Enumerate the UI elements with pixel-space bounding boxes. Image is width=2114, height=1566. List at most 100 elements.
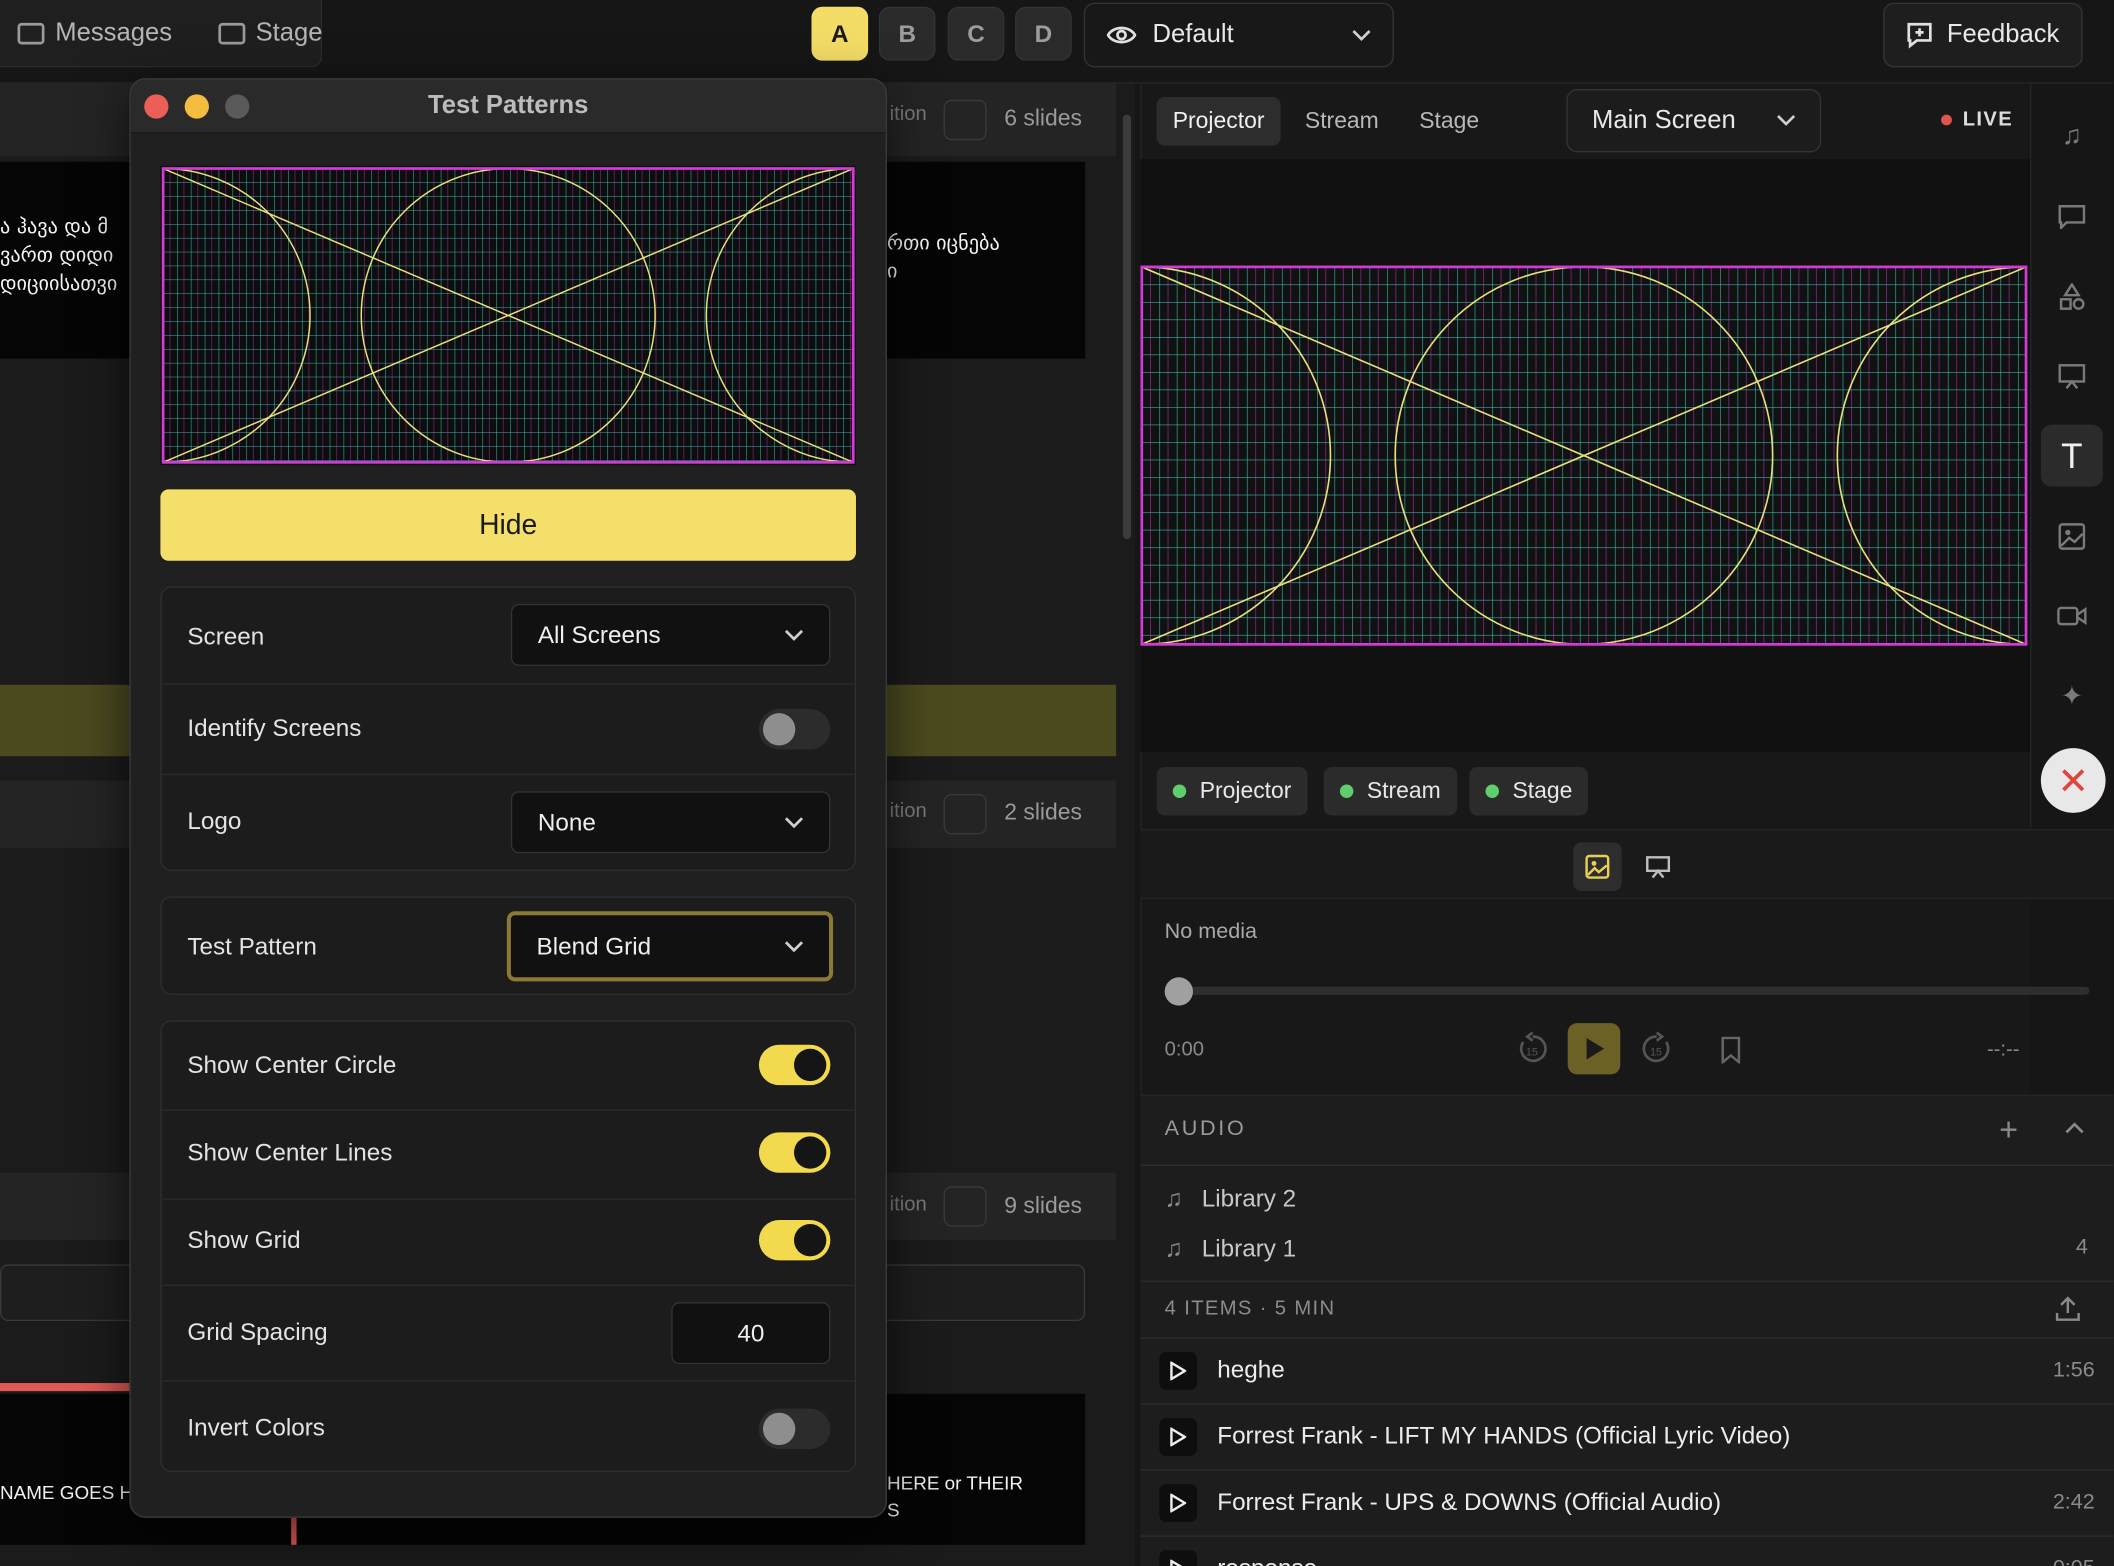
status-projector[interactable]: Projector: [1156, 767, 1308, 816]
track-play-button[interactable]: [1159, 1418, 1198, 1456]
image-icon: [1585, 854, 1610, 879]
screen-dropdown-value: All Screens: [537, 620, 661, 648]
chevron-down-icon: [784, 629, 804, 641]
video-icon[interactable]: [2057, 601, 2087, 631]
center-circle-toggle[interactable]: [758, 1044, 831, 1086]
chevron-up-icon[interactable]: [2065, 1122, 2084, 1134]
text-icon[interactable]: T: [2040, 424, 2103, 487]
skip-back-icon[interactable]: 15: [1515, 1031, 1550, 1066]
library-count: 4: [2075, 1236, 2088, 1260]
track-play-button[interactable]: [1159, 1352, 1198, 1390]
track-name: response: [1217, 1554, 1317, 1566]
screen-select-label: Main Screen: [1591, 105, 1736, 135]
status-stream[interactable]: Stream: [1323, 767, 1457, 816]
audio-header: AUDIO: [1164, 1117, 1247, 1141]
tab-projector[interactable]: Projector: [1156, 97, 1281, 146]
music-icon: ♫: [1164, 1234, 1183, 1262]
logo-dropdown[interactable]: None: [510, 791, 831, 854]
play-icon: [1170, 1559, 1183, 1566]
identify-screens-toggle[interactable]: [758, 709, 831, 750]
top-bar: Messages Stage A B C D Default Feedback: [0, 0, 2114, 84]
test-pattern-dropdown-value: Blend Grid: [536, 932, 652, 960]
layout-d-button[interactable]: D: [1015, 6, 1072, 61]
media-seek-bar[interactable]: [1178, 986, 2090, 995]
test-pattern-label: Test Pattern: [187, 932, 317, 960]
track-duration: 2:42: [2052, 1490, 2095, 1514]
feedback-button[interactable]: Feedback: [1883, 2, 2083, 68]
export-icon[interactable]: [2054, 1295, 2081, 1322]
grid-spacing-input[interactable]: 40: [671, 1302, 831, 1365]
track-play-button[interactable]: [1159, 1484, 1198, 1522]
svg-text:15: 15: [1650, 1046, 1662, 1058]
no-media-label: No media: [1164, 920, 1257, 944]
center-lines-toggle[interactable]: [758, 1132, 831, 1173]
logo-row: Logo None: [162, 775, 855, 872]
layout-b-button[interactable]: B: [878, 6, 936, 61]
view-select[interactable]: Default: [1083, 2, 1394, 68]
pattern-preview: [160, 165, 856, 466]
clear-all-button[interactable]: ✕: [2040, 748, 2106, 813]
audio-summary: 4 ITEMS · 5 MIN: [1164, 1296, 1336, 1320]
feedback-label: Feedback: [1946, 20, 2060, 49]
track-play-button[interactable]: [1159, 1550, 1198, 1566]
track-row[interactable]: heghe 1:56: [1140, 1339, 2113, 1404]
invert-colors-toggle[interactable]: [758, 1408, 831, 1450]
media-image-tab[interactable]: [1573, 842, 1622, 892]
status-stage[interactable]: Stage: [1469, 767, 1589, 816]
library-item[interactable]: ♫ Library 1: [1165, 1235, 1296, 1263]
grid-spacing-label: Grid Spacing: [187, 1318, 328, 1346]
slides-scrollbar[interactable]: [1122, 114, 1131, 540]
screen-dropdown[interactable]: All Screens: [510, 603, 831, 666]
tab-stage-output[interactable]: Stage: [1403, 97, 1495, 146]
library-item[interactable]: ♫ Library 2: [1165, 1185, 1296, 1213]
play-icon: [1170, 1427, 1187, 1447]
svg-text:15: 15: [1526, 1046, 1538, 1058]
play-button[interactable]: [1567, 1023, 1621, 1075]
show-grid-label: Show Grid: [187, 1226, 301, 1254]
toggle-knob: [762, 713, 796, 746]
show-grid-toggle[interactable]: [758, 1219, 831, 1261]
music-icon: ♫: [1164, 1184, 1183, 1212]
screen-select[interactable]: Main Screen: [1566, 88, 1822, 153]
live-dot: [1941, 113, 1952, 125]
group-menu-button[interactable]: [943, 1186, 987, 1227]
shapes-icon[interactable]: [2057, 282, 2087, 312]
group-menu-button[interactable]: [943, 99, 987, 141]
hide-button[interactable]: Hide: [160, 489, 856, 561]
window-titlebar[interactable]: Test Patterns: [130, 79, 886, 134]
monitor-icon: [217, 22, 245, 44]
message-icon[interactable]: [2057, 202, 2087, 232]
divider: [1140, 1164, 2114, 1167]
media-slides-tab[interactable]: [1634, 843, 1683, 892]
playhead-marker: [291, 1517, 297, 1545]
app-root: Messages Stage A B C D Default Feedback …: [0, 0, 2114, 1566]
track-row[interactable]: Forrest Frank - UPS & DOWNS (Official Au…: [1140, 1471, 2113, 1536]
image-icon[interactable]: [2057, 522, 2087, 552]
track-row[interactable]: Forrest Frank - LIFT MY HANDS (Official …: [1140, 1405, 2113, 1470]
tab-stream[interactable]: Stream: [1289, 97, 1395, 146]
presentation-icon[interactable]: [2057, 361, 2087, 391]
bookmark-icon[interactable]: [1720, 1036, 1742, 1064]
live-indicator: LIVE: [1941, 108, 2013, 131]
tab-stage[interactable]: Stage: [202, 9, 339, 58]
track-name: heghe: [1217, 1356, 1285, 1384]
screen-label: Screen: [187, 622, 265, 650]
test-patterns-window: Test Patterns Hide Screen All Screens Id…: [129, 78, 887, 1518]
edit-label: ition: [889, 1192, 927, 1216]
slide-text: რთი იცნება ი: [886, 230, 1000, 284]
layout-a-button[interactable]: A: [811, 6, 869, 61]
track-row[interactable]: response 0:05: [1140, 1537, 2113, 1566]
tab-messages[interactable]: Messages: [1, 9, 188, 58]
music-icon[interactable]: ♫: [2057, 121, 2087, 151]
center-circle-row: Show Center Circle: [162, 1022, 855, 1110]
test-pattern-dropdown[interactable]: Blend Grid: [506, 911, 834, 982]
tab-messages-label: Messages: [55, 18, 173, 47]
skip-forward-icon[interactable]: 15: [1639, 1031, 1674, 1066]
test-pattern-preview: [1140, 265, 2028, 646]
sparkle-icon[interactable]: ✦: [2057, 681, 2087, 711]
seek-handle[interactable]: [1164, 977, 1193, 1006]
add-audio-icon[interactable]: +: [1999, 1112, 2018, 1150]
layout-c-button[interactable]: C: [947, 6, 1005, 61]
group-menu-button[interactable]: [943, 793, 987, 835]
edit-label: ition: [889, 102, 927, 126]
